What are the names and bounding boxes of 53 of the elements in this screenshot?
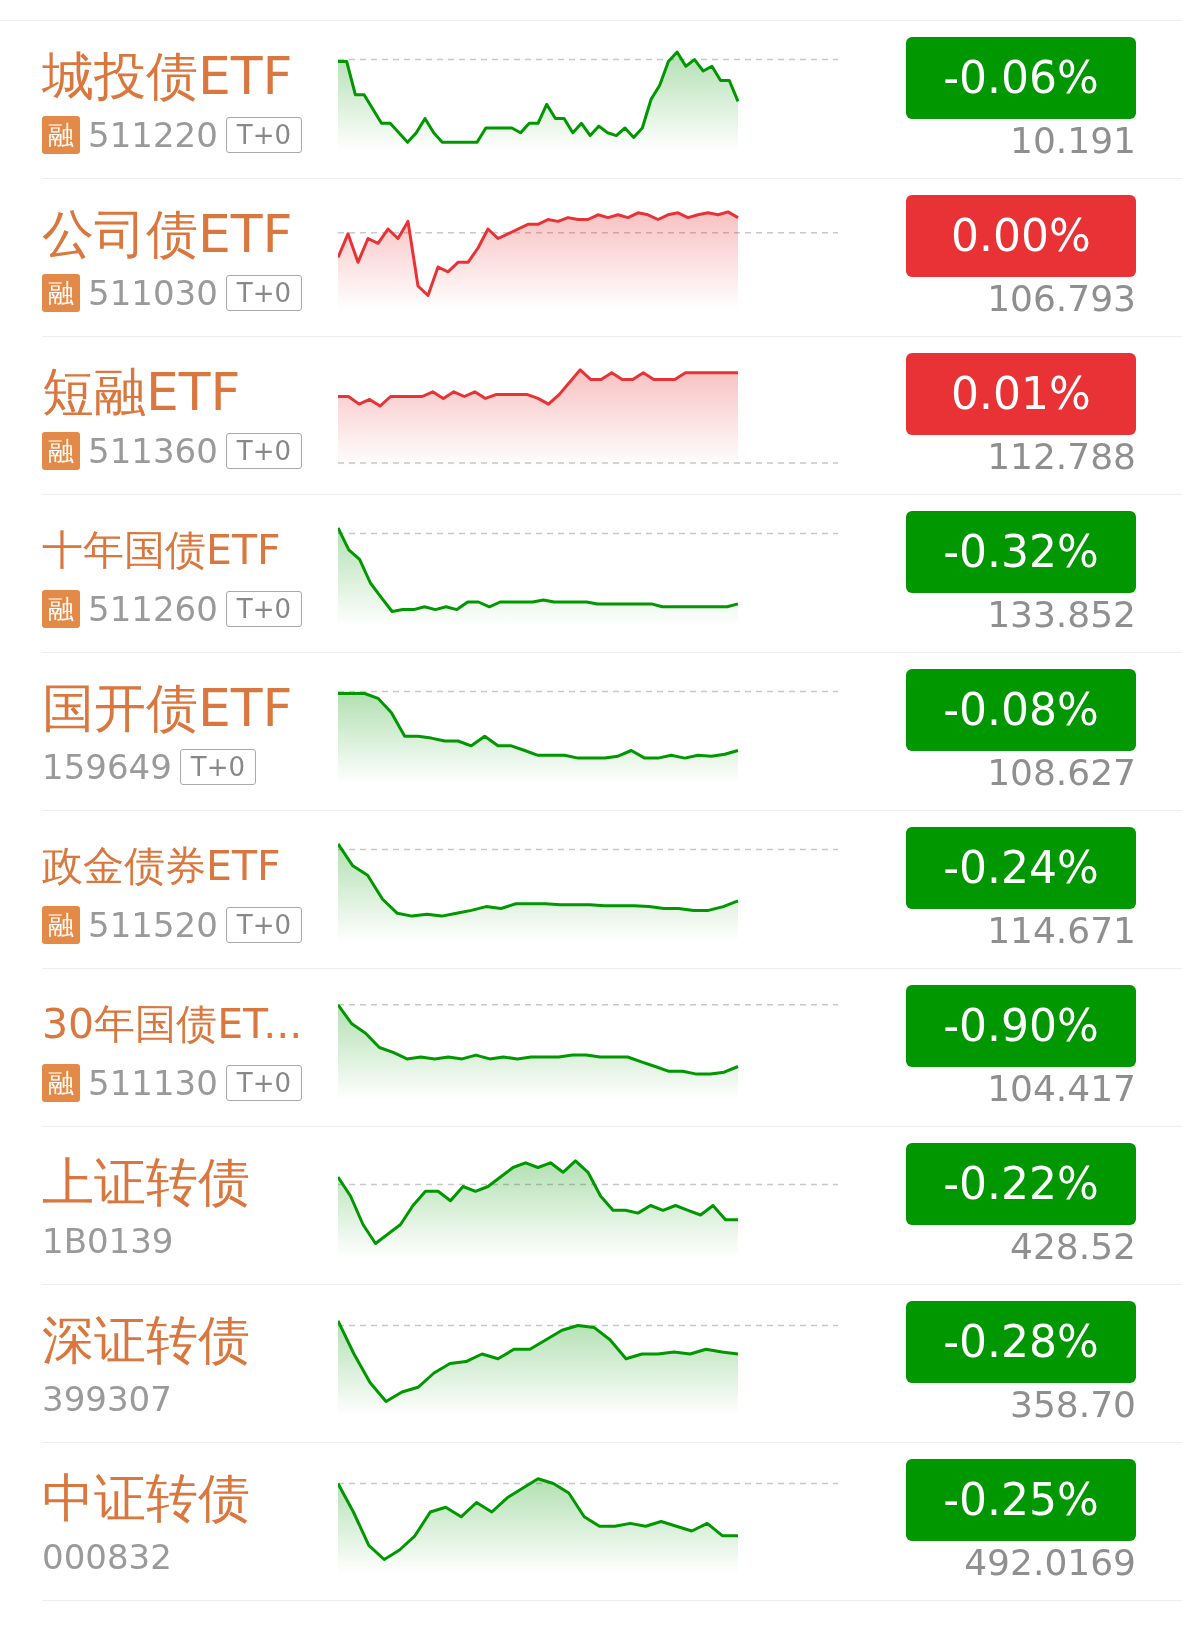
margin-tag: 融 xyxy=(42,589,80,628)
fund-name: 上证转债 xyxy=(42,1150,251,1213)
margin-tag: 融 xyxy=(42,1063,80,1102)
trading-badge: T+0 xyxy=(225,590,302,627)
fund-code: 511030 xyxy=(88,272,218,313)
fund-code: 511360 xyxy=(88,430,218,471)
change-badge: -0.06% xyxy=(906,36,1136,119)
fund-name: 深证转债 xyxy=(42,1308,251,1371)
change-badge: -0.28% xyxy=(906,1300,1136,1383)
trading-badge: T+0 xyxy=(225,116,302,153)
price-value: 428.52 xyxy=(1010,1224,1136,1269)
fund-name: 30年国债ET... xyxy=(42,998,304,1050)
fund-name: 城投债ETF xyxy=(42,44,294,107)
margin-tag: 融 xyxy=(42,115,80,154)
price-value: 133.852 xyxy=(987,592,1136,637)
price-value: 114.671 xyxy=(987,908,1136,953)
change-badge: -0.90% xyxy=(906,984,1136,1067)
fund-name: 政金债券ETF xyxy=(42,840,282,892)
trading-badge: T+0 xyxy=(225,1064,302,1101)
fund-name: 短融ETF xyxy=(42,360,242,423)
fund-code: 511220 xyxy=(88,114,218,155)
trading-badge: T+0 xyxy=(225,432,302,469)
change-badge: 0.01% xyxy=(906,352,1136,435)
margin-tag: 融 xyxy=(42,905,80,944)
margin-tag: 融 xyxy=(42,431,80,470)
change-badge: -0.08% xyxy=(906,668,1136,751)
fund-name: 中证转债 xyxy=(42,1466,251,1529)
fund-code: 000832 xyxy=(42,1536,172,1577)
fund-name: 公司债ETF xyxy=(42,202,294,265)
trading-badge: T+0 xyxy=(179,748,256,785)
change-badge: -0.24% xyxy=(906,826,1136,909)
trading-badge: T+0 xyxy=(225,274,302,311)
price-value: 108.627 xyxy=(987,750,1136,795)
price-value: 10.191 xyxy=(1010,118,1136,163)
fund-code: 511520 xyxy=(88,904,218,945)
price-value: 492.0169 xyxy=(964,1540,1136,1585)
price-value: 106.793 xyxy=(987,276,1136,321)
change-badge: -0.25% xyxy=(906,1458,1136,1541)
price-value: 104.417 xyxy=(987,1066,1136,1111)
price-value: 358.70 xyxy=(1010,1382,1136,1427)
fund-code: 511260 xyxy=(88,588,218,629)
margin-tag: 融 xyxy=(42,273,80,312)
change-badge: 0.00% xyxy=(906,194,1136,277)
change-badge: -0.22% xyxy=(906,1142,1136,1225)
trading-badge: T+0 xyxy=(225,906,302,943)
fund-name: 十年国债ETF xyxy=(42,524,282,576)
fund-code: 159649 xyxy=(42,746,172,787)
change-badge: -0.32% xyxy=(906,510,1136,593)
price-value: 112.788 xyxy=(987,434,1136,479)
fund-name: 国开债ETF xyxy=(42,676,294,739)
fund-code: 1B0139 xyxy=(42,1220,174,1261)
fund-code: 399307 xyxy=(42,1378,172,1419)
fund-code: 511130 xyxy=(88,1062,218,1103)
